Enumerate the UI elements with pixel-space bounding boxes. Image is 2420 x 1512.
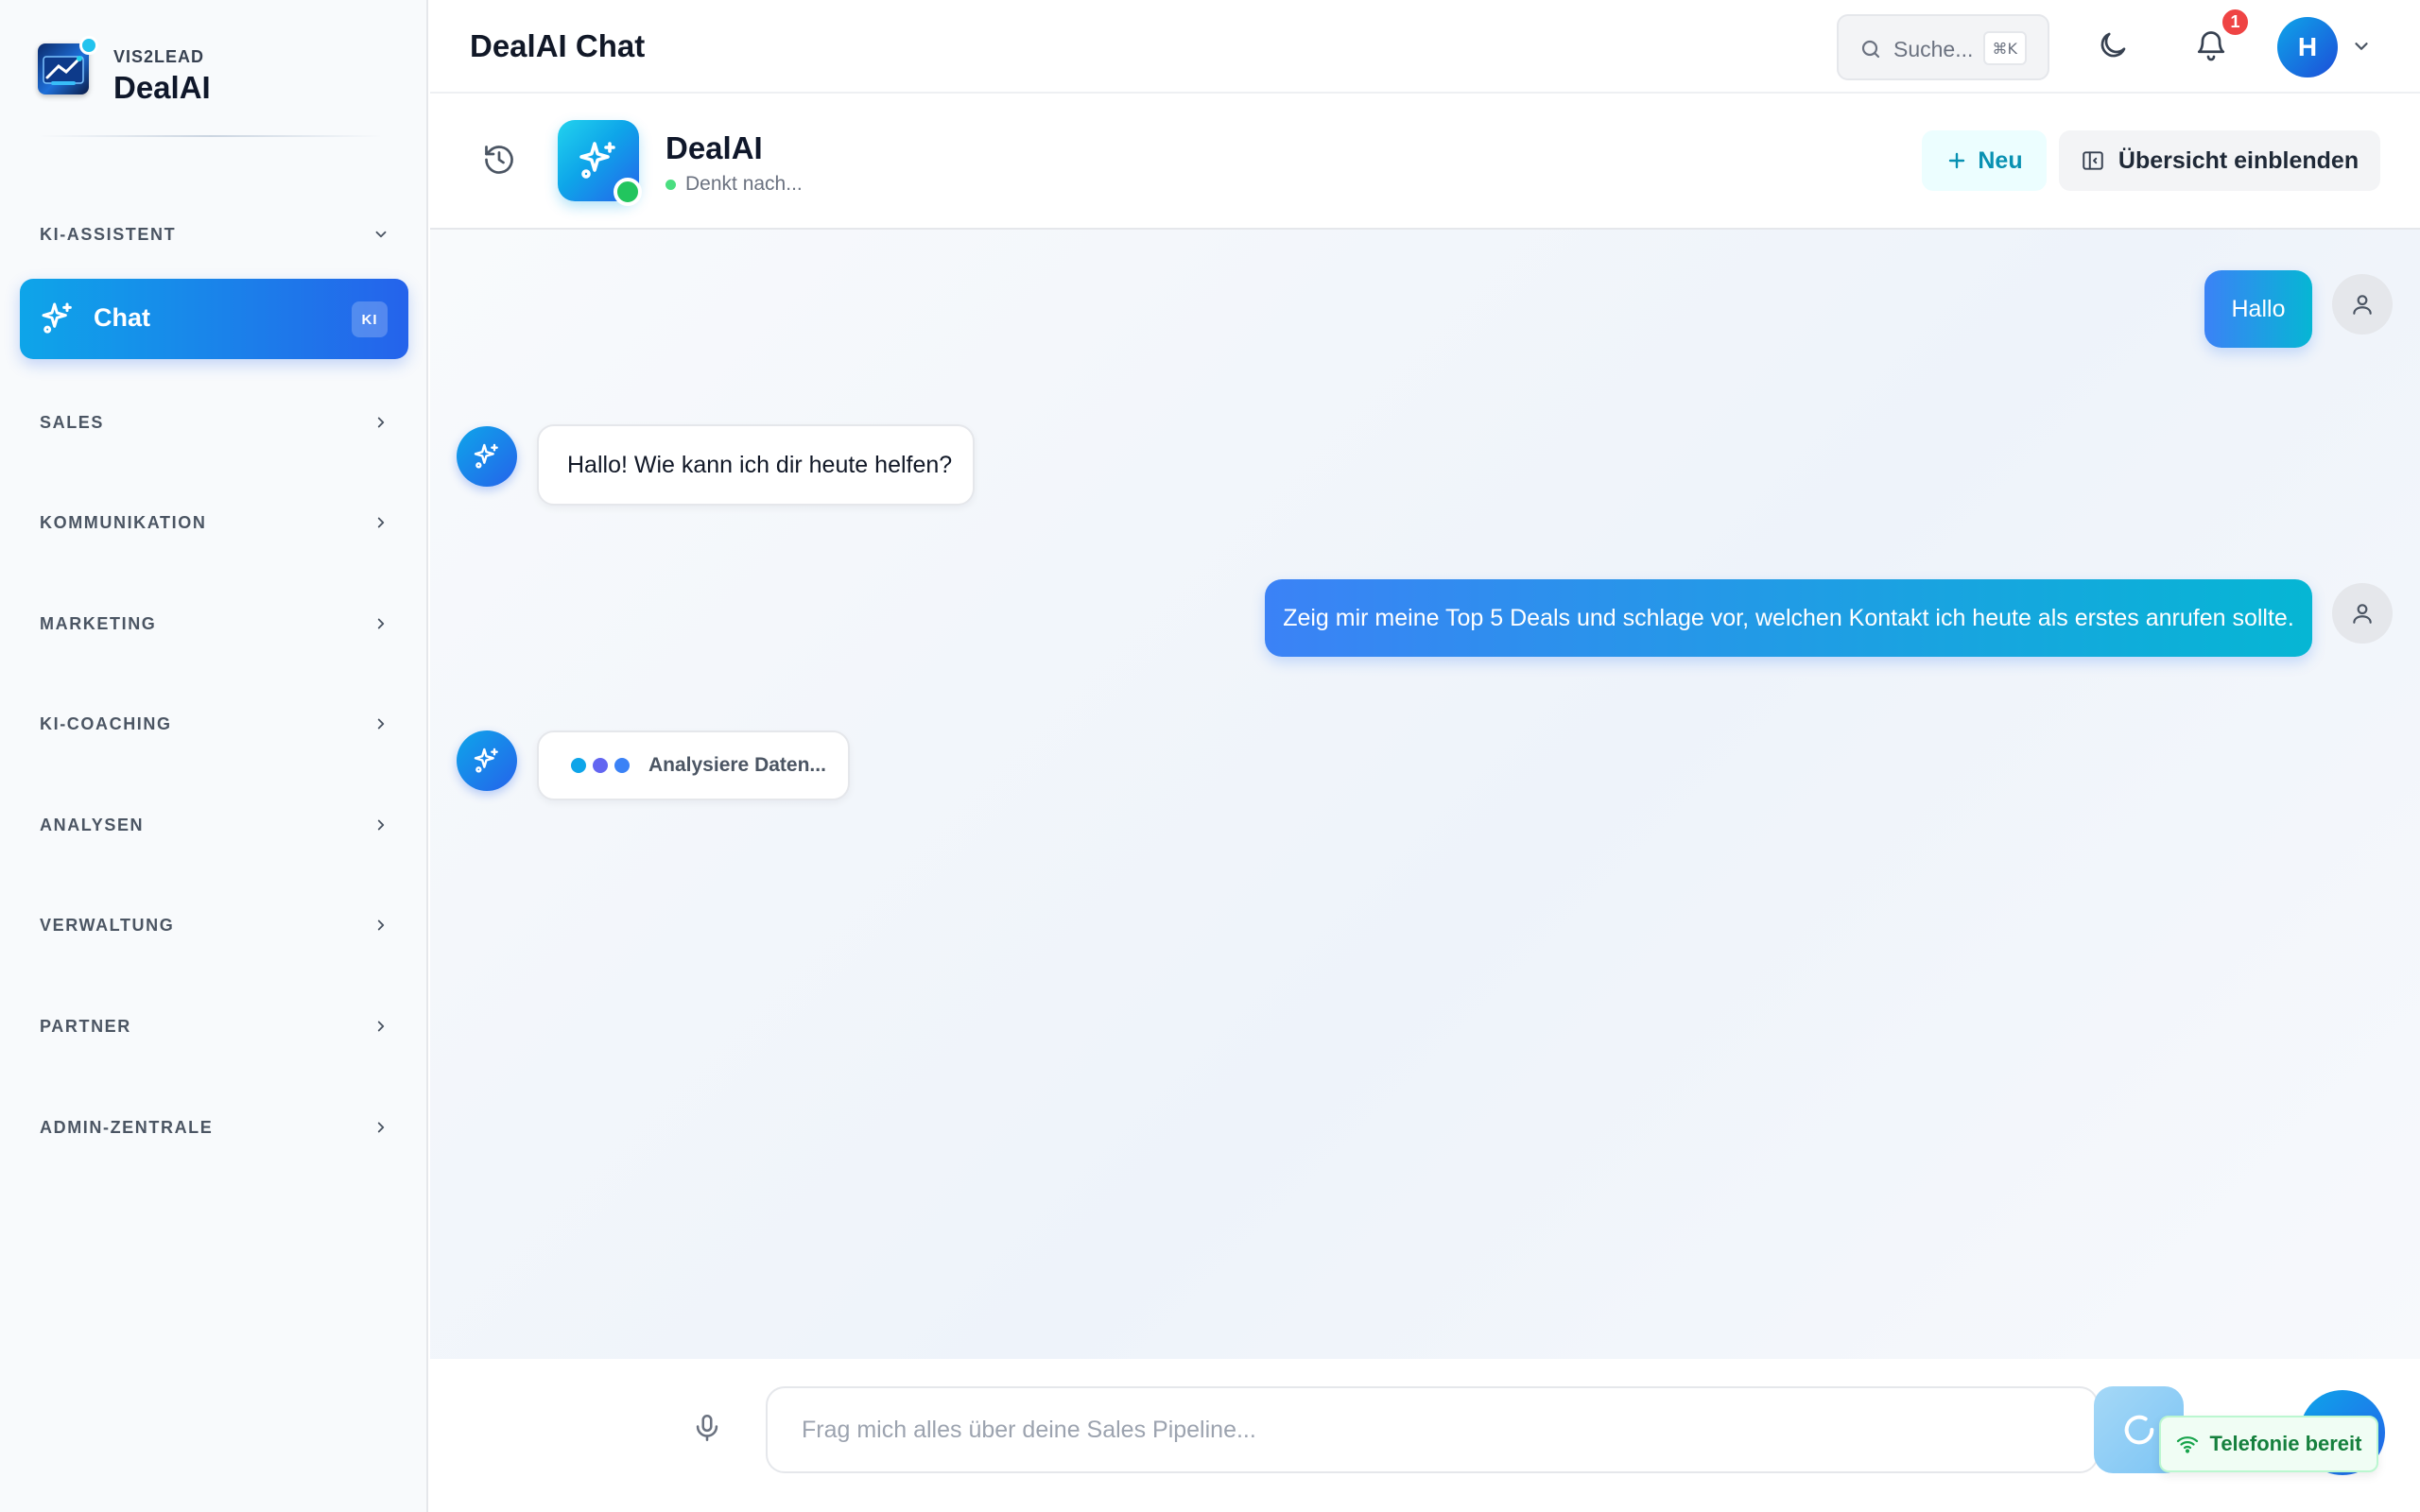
section-label: SALES: [40, 412, 105, 432]
section-verwaltung[interactable]: VERWALTUNG: [40, 906, 389, 944]
brand-divider: [38, 135, 383, 137]
search-icon: [1859, 38, 1882, 60]
message-input[interactable]: [766, 1386, 2099, 1473]
message-text: Hallo: [2231, 295, 2286, 322]
section-ki-assistent[interactable]: KI-ASSISTENT: [40, 215, 389, 253]
chevron-right-icon: [372, 514, 389, 531]
chevron-down-icon: [372, 226, 389, 243]
user-avatar: [2332, 583, 2393, 644]
message-list: Hallo Hallo! Wie kann ich dir heute helf…: [430, 230, 2420, 1359]
message-text: Zeig mir meine Top 5 Deals und schlage v…: [1283, 604, 2294, 631]
section-sales[interactable]: SALES: [40, 404, 389, 441]
section-partner[interactable]: PARTNER: [40, 1007, 389, 1045]
moon-icon: [2096, 28, 2134, 62]
sidebar-item-chat[interactable]: Chat KI: [20, 279, 408, 359]
composer: Telefonie bereit: [430, 1359, 2420, 1512]
brand[interactable]: VIS2LEAD DealAI: [38, 36, 378, 110]
user-message: Zeig mir meine Top 5 Deals und schlage v…: [1265, 579, 2312, 657]
section-label: ANALYSEN: [40, 815, 145, 834]
section-label: KI-COACHING: [40, 713, 172, 733]
user-avatar: [2332, 274, 2393, 335]
search-placeholder: Suche...: [1893, 37, 1974, 61]
brand-status-dot: [79, 36, 98, 55]
section-label: PARTNER: [40, 1016, 131, 1036]
sidebar: VIS2LEAD DealAI KI-ASSISTENT Chat KI SAL…: [0, 0, 428, 1512]
section-label: ADMIN-ZENTRALE: [40, 1117, 214, 1137]
ki-badge: KI: [352, 301, 388, 337]
panel-icon: [2081, 148, 2105, 173]
sparkles-icon: [39, 300, 77, 337]
sparkles-icon: [474, 747, 498, 773]
new-chat-button[interactable]: Neu: [1922, 130, 2047, 191]
new-chat-label: Neu: [1978, 146, 2023, 174]
section-kommunikation[interactable]: KOMMUNIKATION: [40, 504, 389, 541]
bot-typing-message: Analysiere Daten...: [537, 730, 850, 800]
section-label: MARKETING: [40, 613, 157, 633]
chevron-right-icon: [372, 1018, 389, 1035]
plus-icon: [1945, 149, 1968, 172]
chevron-right-icon: [372, 414, 389, 431]
typing-indicator: [571, 758, 630, 773]
show-overview-button[interactable]: Übersicht einblenden: [2059, 130, 2380, 191]
section-label: VERWALTUNG: [40, 915, 175, 935]
search-shortcut: ⌘K: [1982, 31, 2027, 65]
chevron-right-icon: [372, 1119, 389, 1136]
user-avatar-button[interactable]: H: [2277, 17, 2338, 77]
sparkles-icon: [579, 142, 615, 179]
status-text: Denkt nach...: [685, 173, 803, 195]
notification-badge: 1: [2220, 7, 2251, 38]
section-label: KOMMUNIKATION: [40, 512, 207, 532]
page-title: DealAI Chat: [470, 28, 646, 63]
section-marketing[interactable]: MARKETING: [40, 605, 389, 643]
loading-spinner-icon: [2120, 1411, 2158, 1449]
user-message: Hallo: [2204, 270, 2312, 348]
chevron-right-icon: [372, 715, 389, 732]
user-icon: [2350, 292, 2375, 317]
sidebar-item-label: Chat: [94, 303, 150, 332]
user-icon: [2350, 601, 2375, 626]
section-analysen[interactable]: ANALYSEN: [40, 806, 389, 844]
bot-message: Hallo! Wie kann ich dir heute helfen?: [537, 424, 975, 506]
microphone-icon: [691, 1412, 729, 1444]
show-overview-label: Übersicht einblenden: [2118, 146, 2360, 174]
telephony-status-text: Telefonie bereit: [2209, 1432, 2362, 1455]
brand-subtitle: VIS2LEAD: [113, 47, 205, 66]
voice-input-button[interactable]: [691, 1412, 729, 1450]
chevron-right-icon: [372, 917, 389, 934]
wifi-icon: [2176, 1433, 2199, 1455]
chevron-right-icon: [372, 615, 389, 632]
topbar: DealAI Chat Suche... ⌘K 1 H: [430, 0, 2420, 94]
telephony-status-badge: Telefonie bereit: [2159, 1416, 2378, 1472]
search-box[interactable]: Suche... ⌘K: [1837, 14, 2049, 80]
bot-status: Denkt nach...: [666, 173, 803, 196]
bot-avatar: [457, 426, 517, 487]
online-indicator: [614, 178, 642, 206]
sparkles-icon: [474, 443, 498, 469]
dark-mode-toggle[interactable]: [2096, 28, 2134, 66]
chevron-down-icon[interactable]: [2351, 36, 2374, 59]
status-dot: [666, 179, 676, 190]
message-text: Analysiere Daten...: [648, 754, 826, 776]
chat-header: DealAI Denkt nach... Neu Übersicht einbl…: [430, 95, 2420, 230]
section-ki-coaching[interactable]: KI-COACHING: [40, 705, 389, 743]
section-label: KI-ASSISTENT: [40, 224, 177, 244]
history-button[interactable]: [482, 143, 520, 180]
brand-title: DealAI: [113, 70, 211, 105]
history-icon: [482, 143, 520, 177]
message-text: Hallo! Wie kann ich dir heute helfen?: [567, 451, 953, 478]
bot-avatar: [457, 730, 517, 791]
bot-name: DealAI: [666, 130, 763, 165]
chevron-right-icon: [372, 816, 389, 833]
section-admin-zentrale[interactable]: ADMIN-ZENTRALE: [40, 1108, 389, 1146]
